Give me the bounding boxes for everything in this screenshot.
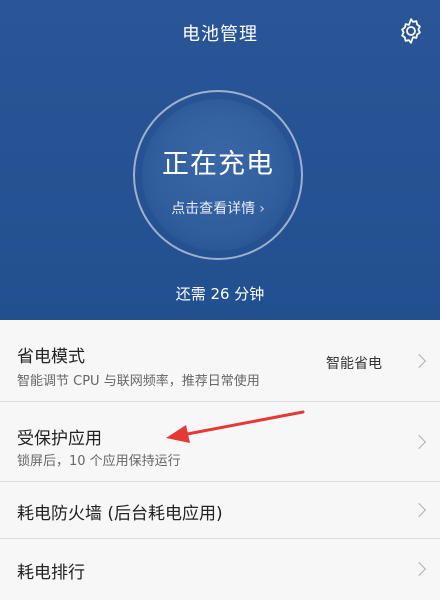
protected-apps-row[interactable]: 受保护应用 锁屏后，10 个应用保持运行 xyxy=(0,402,440,482)
settings-list: 省电模式 智能调节 CPU 与联网频率，推荐日常使用 智能省电 受保护应用 锁屏… xyxy=(0,320,440,600)
protected-apps-subtitle: 锁屏后，10 个应用保持运行 xyxy=(17,454,181,469)
power-ranking-title: 耗电排行 xyxy=(17,563,85,583)
remaining-time: 还需 26 分钟 xyxy=(175,285,265,303)
power-saving-mode-subtitle: 智能调节 CPU 与联网频率，推荐日常使用 xyxy=(17,374,260,389)
chevron-right-icon xyxy=(411,353,427,369)
power-ranking-row[interactable]: 耗电排行 xyxy=(0,539,440,600)
charging-status: 正在充电 xyxy=(162,149,274,180)
chevron-right-icon xyxy=(411,502,427,518)
protected-apps-title: 受保护应用 xyxy=(17,429,102,449)
page-title: 电池管理 xyxy=(182,24,258,45)
battery-header: 电池管理 正在充电 点击查看详情 › 还需 26 分钟 xyxy=(0,0,440,320)
chevron-right-icon xyxy=(411,561,427,577)
power-saving-mode-value: 智能省电 xyxy=(326,356,382,372)
chevron-right-icon xyxy=(411,434,427,450)
gear-icon[interactable] xyxy=(396,16,426,46)
chevron-right-icon: › xyxy=(259,201,265,217)
power-saving-mode-title: 省电模式 xyxy=(17,347,85,367)
power-saving-mode-row[interactable]: 省电模式 智能调节 CPU 与联网频率，推荐日常使用 智能省电 xyxy=(0,320,440,402)
view-details-label: 点击查看详情 xyxy=(171,201,256,217)
power-firewall-title: 耗电防火墙 (后台耗电应用) xyxy=(17,504,223,524)
power-firewall-row[interactable]: 耗电防火墙 (后台耗电应用) xyxy=(0,482,440,539)
view-details-link[interactable]: 点击查看详情 › xyxy=(133,198,303,218)
